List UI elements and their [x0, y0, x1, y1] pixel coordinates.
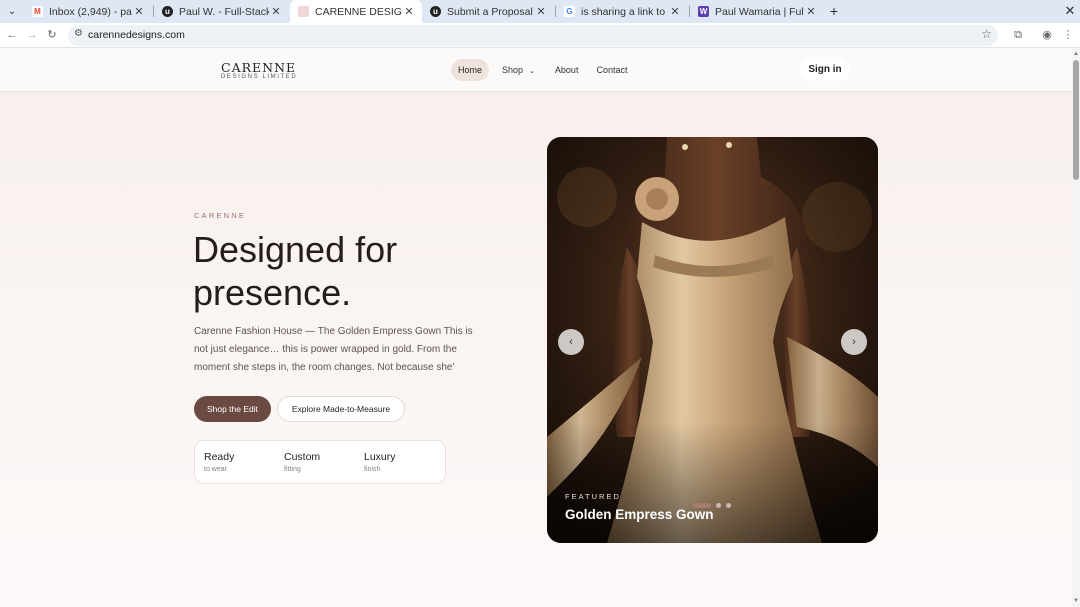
sign-in-button[interactable]: Sign in	[800, 59, 850, 81]
tab-search-icon[interactable]: ⌄	[4, 4, 20, 20]
featured-product-name: Golden Empress Gown	[565, 507, 714, 522]
browser-toolbar: ← → ↻ ⚙ carennedesigns.com ☆ ⧉ ◉ ⋮	[0, 23, 1080, 48]
url-text: carennedesigns.com	[88, 29, 185, 41]
tab-portfolio[interactable]: W Paul Wamaria | Full-Sta ✕	[690, 0, 824, 23]
logo-subtitle: DESIGNS LIMITED	[221, 74, 298, 80]
feature-custom: Custom fitting	[284, 451, 320, 473]
feature-card: Ready to wear Custom fitting Luxury fini…	[194, 440, 446, 484]
menu-kebab-icon[interactable]: ⋮	[1060, 27, 1076, 43]
carousel-dots	[693, 503, 736, 508]
close-tab-icon[interactable]: ✕	[804, 5, 818, 18]
close-tab-icon[interactable]: ✕	[132, 5, 146, 18]
close-tab-icon[interactable]: ✕	[269, 5, 283, 18]
web-page: CARENNE DESIGNS LIMITED Home Shop ⌄ About…	[0, 48, 1072, 607]
google-icon: G	[564, 6, 575, 17]
forward-icon[interactable]: →	[24, 27, 40, 43]
close-tab-icon[interactable]: ✕	[534, 5, 548, 18]
gmail-icon: M	[32, 6, 43, 17]
upwork-icon: u	[430, 6, 441, 17]
extensions-icon[interactable]: ⧉	[1010, 27, 1026, 43]
portfolio-icon: W	[698, 6, 709, 17]
feature-subtitle: finish	[364, 466, 381, 473]
feature-subtitle: to wear	[204, 466, 227, 473]
carousel-dot-3[interactable]	[726, 503, 731, 508]
tab-title: is sharing a link to a pe	[581, 5, 668, 18]
scroll-up-icon[interactable]: ▲	[1073, 51, 1079, 57]
bookmark-star-icon[interactable]: ☆	[981, 27, 992, 41]
carousel-next-button[interactable]: ›	[841, 329, 867, 355]
tab-title: Paul W. - Full-Stack De	[179, 5, 269, 18]
tab-title: Inbox (2,949) - paulwa	[49, 5, 132, 18]
close-tab-icon[interactable]: ✕	[402, 5, 416, 18]
scroll-thumb[interactable]	[1073, 60, 1079, 180]
carousel-dot-2[interactable]	[716, 503, 721, 508]
scroll-down-icon[interactable]: ▼	[1073, 598, 1079, 604]
tab-upwork-profile[interactable]: u Paul W. - Full-Stack De ✕	[154, 0, 289, 23]
nav-about[interactable]: About	[548, 59, 586, 81]
new-tab-icon[interactable]: +	[826, 3, 842, 19]
upwork-icon: u	[162, 6, 173, 17]
nav-contact[interactable]: Contact	[589, 59, 634, 81]
gown-image	[547, 137, 878, 543]
tab-carenne[interactable]: CARENNE DESIGNS LIM ✕	[290, 0, 422, 23]
hero-headline: Designed for presence.	[193, 229, 398, 313]
nav-shop[interactable]: Shop ⌄	[495, 59, 542, 81]
made-to-measure-button[interactable]: Explore Made-to-Measure	[277, 396, 405, 422]
feature-title: Custom	[284, 451, 321, 463]
nav-shop-label: Shop	[502, 65, 524, 75]
reload-icon[interactable]: ↻	[44, 27, 60, 43]
tab-gmail[interactable]: M Inbox (2,949) - paulwa ✕	[24, 0, 152, 23]
feature-ready: Ready to wear	[204, 451, 234, 473]
main-nav: Home Shop ⌄ About Contact	[451, 59, 634, 81]
tab-title: CARENNE DESIGNS LIM	[315, 5, 402, 18]
carousel-prev-button[interactable]: ‹	[558, 329, 584, 355]
tab-title: Paul Wamaria | Full-Sta	[715, 5, 804, 18]
tab-google[interactable]: G is sharing a link to a pe ✕	[556, 0, 688, 23]
shop-the-edit-button[interactable]: Shop the Edit	[194, 396, 271, 422]
back-icon[interactable]: ←	[4, 27, 20, 43]
close-tab-icon[interactable]: ✕	[668, 5, 682, 18]
logo[interactable]: CARENNE	[221, 60, 296, 75]
browser-tab-strip: ⌄ M Inbox (2,949) - paulwa ✕ u Paul W. -…	[0, 0, 1080, 23]
profile-icon[interactable]: ◉	[1039, 27, 1055, 43]
hero-eyebrow: CARENNE	[194, 211, 247, 220]
feature-title: Luxury	[364, 451, 396, 463]
feature-luxury: Luxury finish	[364, 451, 396, 473]
site-settings-icon[interactable]: ⚙	[74, 28, 83, 39]
carousel-dot-1[interactable]	[693, 503, 711, 508]
address-bar[interactable]: ⚙ carennedesigns.com ☆	[68, 25, 998, 46]
hero-description: Carenne Fashion House — The Golden Empre…	[194, 326, 473, 373]
site-header: CARENNE DESIGNS LIMITED Home Shop ⌄ About…	[0, 48, 1072, 92]
window-close-icon[interactable]: ✕	[1062, 3, 1078, 19]
chevron-down-icon: ⌄	[529, 68, 535, 75]
carenne-favicon	[298, 6, 309, 17]
hero-carousel: ‹ › FEATURED Golden Empress Gown	[547, 137, 878, 543]
tab-title: Submit a Proposal	[447, 5, 533, 18]
nav-home[interactable]: Home	[451, 59, 490, 81]
featured-label: FEATURED	[565, 492, 621, 501]
feature-title: Ready	[204, 451, 235, 463]
tab-submit-proposal[interactable]: u Submit a Proposal ✕	[422, 0, 554, 23]
feature-subtitle: fitting	[284, 466, 301, 473]
